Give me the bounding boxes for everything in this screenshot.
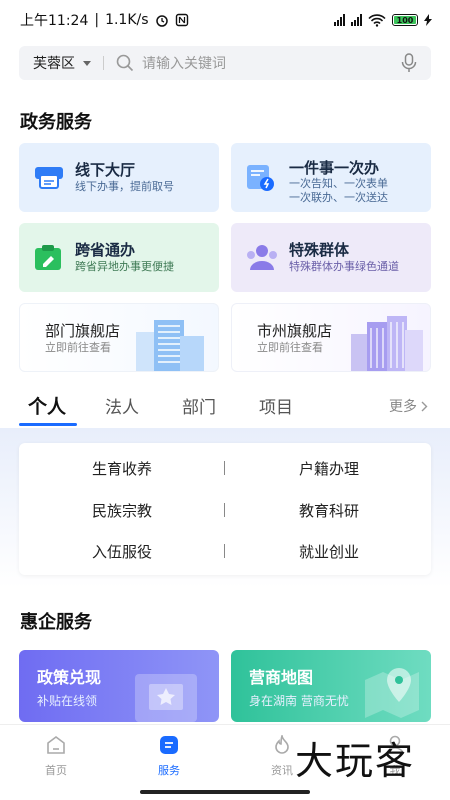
card-one-thing[interactable]: 一件事一次办 一次告知、一次表单 一次联办、一次送达 (231, 143, 431, 212)
category-divider (224, 461, 225, 475)
card-title: 营商地图 (249, 668, 314, 687)
status-divider: | (94, 12, 100, 28)
status-bar: 上午11:24 | 1.1K/s 100 (0, 0, 450, 40)
map-pin-icon (365, 668, 419, 718)
building-illustration-icon (136, 320, 204, 371)
services-icon (160, 736, 178, 754)
nav-services[interactable]: 服务 (139, 735, 199, 778)
category-item[interactable]: 入伍服役 (47, 541, 197, 562)
category-item[interactable]: 教育科研 (254, 500, 404, 521)
tab-department[interactable]: 部门 (182, 393, 216, 418)
alarm-icon (155, 15, 168, 27)
category-item[interactable]: 民族宗教 (47, 500, 197, 521)
card-subtitle-line1: 一次告知、一次表单 (289, 177, 388, 190)
printer-icon (35, 167, 63, 189)
microphone-icon[interactable] (401, 53, 417, 73)
battery-icon: 100 (392, 14, 418, 26)
tab-legal-person[interactable]: 法人 (105, 393, 139, 418)
card-subtitle: 线下办事，提前取号 (75, 180, 174, 193)
card-subtitle: 立即前往查看 (45, 341, 111, 354)
flame-icon (275, 732, 289, 754)
card-subtitle: 跨省异地办事更便捷 (75, 260, 174, 273)
home-icon (47, 736, 65, 754)
search-icon (116, 54, 134, 72)
tab-personal[interactable]: 个人 (28, 392, 66, 419)
group-icon (247, 245, 277, 270)
category-panel: 生育收养 户籍办理 民族宗教 教育科研 入伍服役 就业创业 (19, 443, 431, 575)
card-offline-hall[interactable]: 线下大厅 线下办事，提前取号 (19, 143, 219, 212)
card-subtitle: 身在湖南 营商无忧 (249, 694, 349, 708)
card-dept-flagship[interactable]: 部门旗舰店 立即前往查看 (19, 303, 219, 372)
signal-icon (334, 14, 345, 26)
wifi-icon (368, 13, 386, 27)
signal-icon-2 (351, 14, 362, 26)
charging-icon (424, 14, 432, 26)
nfc-icon (175, 13, 188, 27)
status-speed: 1.1K/s (105, 12, 149, 28)
card-title: 部门旗舰店 (45, 322, 121, 340)
district-selector[interactable]: 芙蓉区 (33, 53, 91, 73)
card-business-map[interactable]: 营商地图 身在湖南 营商无忧 (231, 650, 431, 722)
card-special-groups[interactable]: 特殊群体 特殊群体办事绿色通道 (231, 223, 431, 292)
district-label: 芙蓉区 (33, 56, 75, 72)
enterprise-services-title: 惠企服务 (20, 612, 92, 633)
category-tabs: 个人 法人 部门 项目 更多 (0, 385, 450, 429)
watermark: 大玩客 (295, 739, 416, 783)
card-title: 特殊群体 (289, 241, 350, 259)
tab-project[interactable]: 项目 (259, 393, 293, 418)
caret-down-icon (83, 60, 91, 66)
clipboard-edit-icon (35, 245, 61, 270)
more-link[interactable]: 更多 (389, 396, 428, 416)
search-bar[interactable]: 芙蓉区 请输入关键词 (19, 46, 431, 80)
category-divider (224, 503, 225, 517)
card-title: 政策兑现 (37, 668, 102, 687)
card-subtitle: 立即前往查看 (257, 341, 323, 354)
card-city-flagship[interactable]: 市州旗舰店 立即前往查看 (231, 303, 431, 372)
nav-label: 服务 (158, 764, 180, 777)
category-item[interactable]: 生育收养 (47, 458, 197, 479)
nav-label: 首页 (45, 764, 67, 777)
document-lightning-icon (247, 165, 274, 191)
status-right: 100 (334, 13, 432, 27)
status-left: 上午11:24 | 1.1K/s (20, 10, 189, 30)
city-buildings-icon (351, 316, 423, 371)
more-label: 更多 (389, 399, 417, 415)
card-subtitle: 补贴在线领 (37, 694, 98, 708)
category-divider (224, 544, 225, 558)
category-item[interactable]: 就业创业 (254, 541, 404, 562)
card-title: 一件事一次办 (289, 159, 380, 177)
gov-services-title: 政务服务 (20, 112, 92, 133)
active-tab-indicator (19, 423, 77, 426)
card-policy[interactable]: 政策兑现 补贴在线领 (19, 650, 219, 722)
card-title: 跨省通办 (75, 241, 136, 259)
card-title: 线下大厅 (75, 161, 136, 179)
card-title: 市州旗舰店 (257, 322, 333, 340)
card-subtitle: 特殊群体办事绿色通道 (289, 260, 399, 273)
award-box-icon (135, 674, 197, 722)
home-indicator[interactable] (140, 790, 310, 794)
nav-home[interactable]: 首页 (26, 735, 86, 778)
search-input[interactable]: 请输入关键词 (142, 53, 401, 73)
chevron-right-icon (421, 401, 428, 411)
status-time: 上午11:24 (20, 13, 89, 29)
card-subtitle-line2: 一次联办、一次送达 (289, 191, 388, 204)
category-item[interactable]: 户籍办理 (254, 458, 404, 479)
battery-level: 100 (396, 15, 414, 25)
card-cross-province[interactable]: 跨省通办 跨省异地办事更便捷 (19, 223, 219, 292)
search-divider (103, 56, 104, 70)
